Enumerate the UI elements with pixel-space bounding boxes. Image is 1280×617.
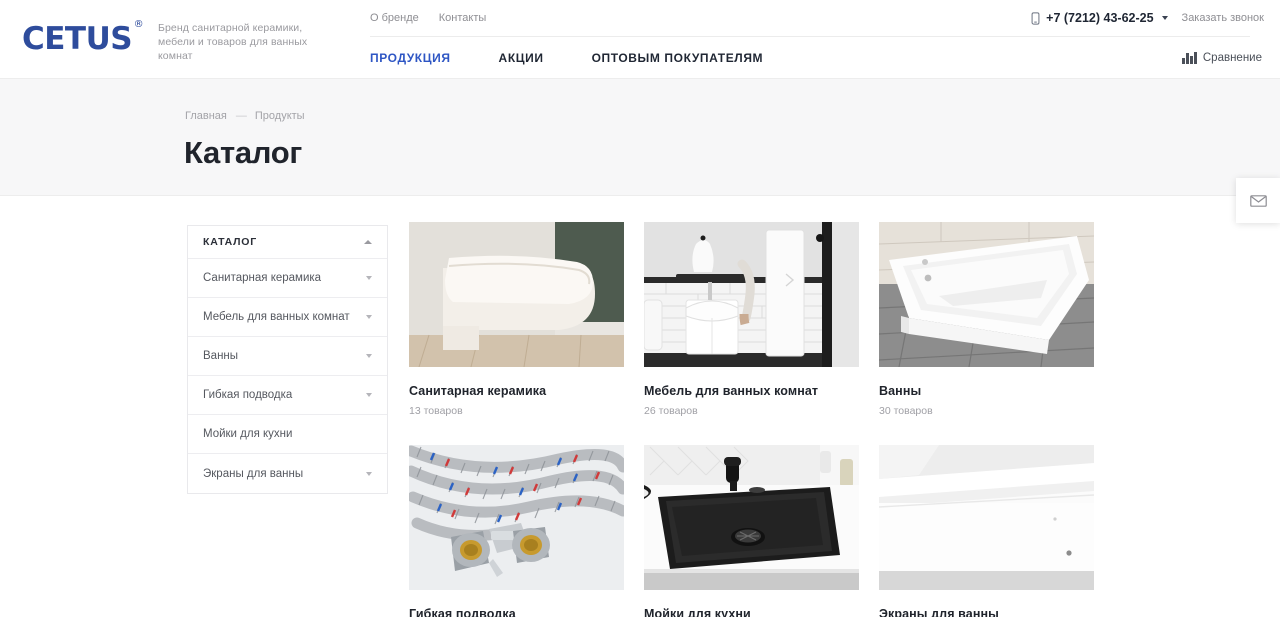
catalog-card[interactable]: Мойки для кухни [644, 445, 859, 617]
page-root: CETUS ® Бренд санитарной керамики, мебел… [0, 0, 1280, 617]
catalog-card[interactable]: Экраны для ванны [879, 445, 1094, 617]
header-contact-block: +7 (7212) 43-62-25 Заказать звонок [1031, 11, 1264, 25]
main-navigation: ПРОДУКЦИЯ АКЦИИ ОПТОВЫМ ПОКУПАТЕЛЯМ [370, 51, 811, 65]
sidebar-item-kitchen-sinks[interactable]: Мойки для кухни [188, 415, 387, 454]
card-image-bathtubs [879, 222, 1094, 367]
top-links: О бренде Контакты [370, 12, 486, 24]
header-divider [370, 36, 1250, 37]
card-image-sanitary-ceramics [409, 222, 624, 367]
sidebar-item-bathroom-furniture[interactable]: Мебель для ванных комнат [188, 298, 387, 337]
logo[interactable]: CETUS ® [22, 20, 144, 57]
phone-dropdown[interactable]: +7 (7212) 43-62-25 [1031, 11, 1168, 25]
nav-about[interactable]: О бренде [370, 12, 419, 24]
card-title: Санитарная керамика [409, 384, 547, 398]
catalog-card[interactable]: Гибкая подводка [409, 445, 624, 617]
card-title: Мебель для ванных комнат [644, 384, 819, 398]
sidebar-item-label: Мебель для ванных комнат [203, 311, 350, 323]
brand-tagline: Бренд санитарной керамики, мебели и това… [158, 22, 308, 62]
sidebar-item-bathtubs[interactable]: Ванны [188, 337, 387, 376]
card-count: 30 товаров [879, 405, 933, 417]
sidebar-item-label: Санитарная керамика [203, 272, 322, 284]
chevron-down-icon [366, 471, 372, 476]
card-title: Гибкая подводка [409, 607, 516, 617]
catalog-sidebar: КАТАЛОГ Санитарная керамика Мебель для в… [187, 225, 388, 494]
sidebar-heading: КАТАЛОГ [203, 236, 258, 248]
sidebar-item-bath-panels[interactable]: Экраны для ванны [188, 454, 387, 493]
breadcrumb: Главная — Продукты [185, 110, 305, 122]
card-image-bathroom-furniture [644, 222, 859, 367]
compare-link[interactable]: Сравнение [1182, 52, 1262, 64]
sidebar-item-label: Ванны [203, 350, 239, 362]
logo-wordmark: CETUS [22, 21, 133, 57]
card-image-kitchen-sinks [644, 445, 859, 590]
chevron-up-icon [364, 240, 372, 244]
chevron-down-icon [366, 315, 372, 319]
chevron-down-icon [1161, 16, 1168, 20]
nav-contacts[interactable]: Контакты [439, 12, 487, 24]
envelope-icon [1249, 194, 1267, 207]
breadcrumb-home[interactable]: Главная [185, 110, 227, 122]
card-count: 26 товаров [644, 405, 698, 417]
breadcrumb-products[interactable]: Продукты [255, 110, 305, 122]
nav-promotions[interactable]: АКЦИИ [499, 51, 544, 65]
email-widget-button[interactable] [1236, 178, 1280, 223]
catalog-card[interactable]: Мебель для ванных комнат 26 товаров [644, 222, 859, 417]
card-title: Экраны для ванны [879, 607, 999, 617]
site-header: CETUS ® Бренд санитарной керамики, мебел… [0, 0, 1280, 78]
catalog-card[interactable]: Санитарная керамика 13 товаров [409, 222, 624, 417]
chevron-down-icon [366, 354, 372, 358]
sidebar-item-flexible-hoses[interactable]: Гибкая подводка [188, 376, 387, 415]
card-image-bath-panels [879, 445, 1094, 590]
sidebar-item-label: Мойки для кухни [203, 428, 293, 440]
card-title: Мойки для кухни [644, 607, 751, 617]
catalog-grid: Санитарная керамика 13 товаров Мебель дл… [409, 222, 1099, 617]
sidebar-heading-row[interactable]: КАТАЛОГ [188, 226, 387, 259]
nav-products[interactable]: ПРОДУКЦИЯ [370, 51, 451, 65]
logo-text: CETUS ® [22, 20, 144, 57]
phone-number: +7 (7212) 43-62-25 [1046, 11, 1154, 25]
registered-trademark-icon: ® [133, 19, 144, 30]
hero-band: Главная — Продукты Каталог [0, 78, 1280, 196]
bar-chart-icon [1182, 52, 1197, 64]
callback-link[interactable]: Заказать звонок [1182, 12, 1264, 24]
chevron-down-icon [366, 276, 372, 280]
phone-icon [1031, 11, 1040, 25]
breadcrumb-separator: — [235, 110, 247, 122]
card-count: 13 товаров [409, 405, 463, 417]
catalog-card[interactable]: Ванны 30 товаров [879, 222, 1094, 417]
card-image-flexible-hoses [409, 445, 624, 590]
chevron-down-icon [366, 393, 372, 397]
sidebar-item-label: Экраны для ванны [203, 467, 304, 480]
compare-label: Сравнение [1202, 52, 1262, 64]
page-title: Каталог [184, 135, 302, 170]
nav-wholesale[interactable]: ОПТОВЫМ ПОКУПАТЕЛЯМ [592, 51, 764, 65]
sidebar-item-sanitary-ceramics[interactable]: Санитарная керамика [188, 259, 387, 298]
card-title: Ванны [879, 384, 922, 398]
sidebar-item-label: Гибкая подводка [203, 389, 293, 401]
